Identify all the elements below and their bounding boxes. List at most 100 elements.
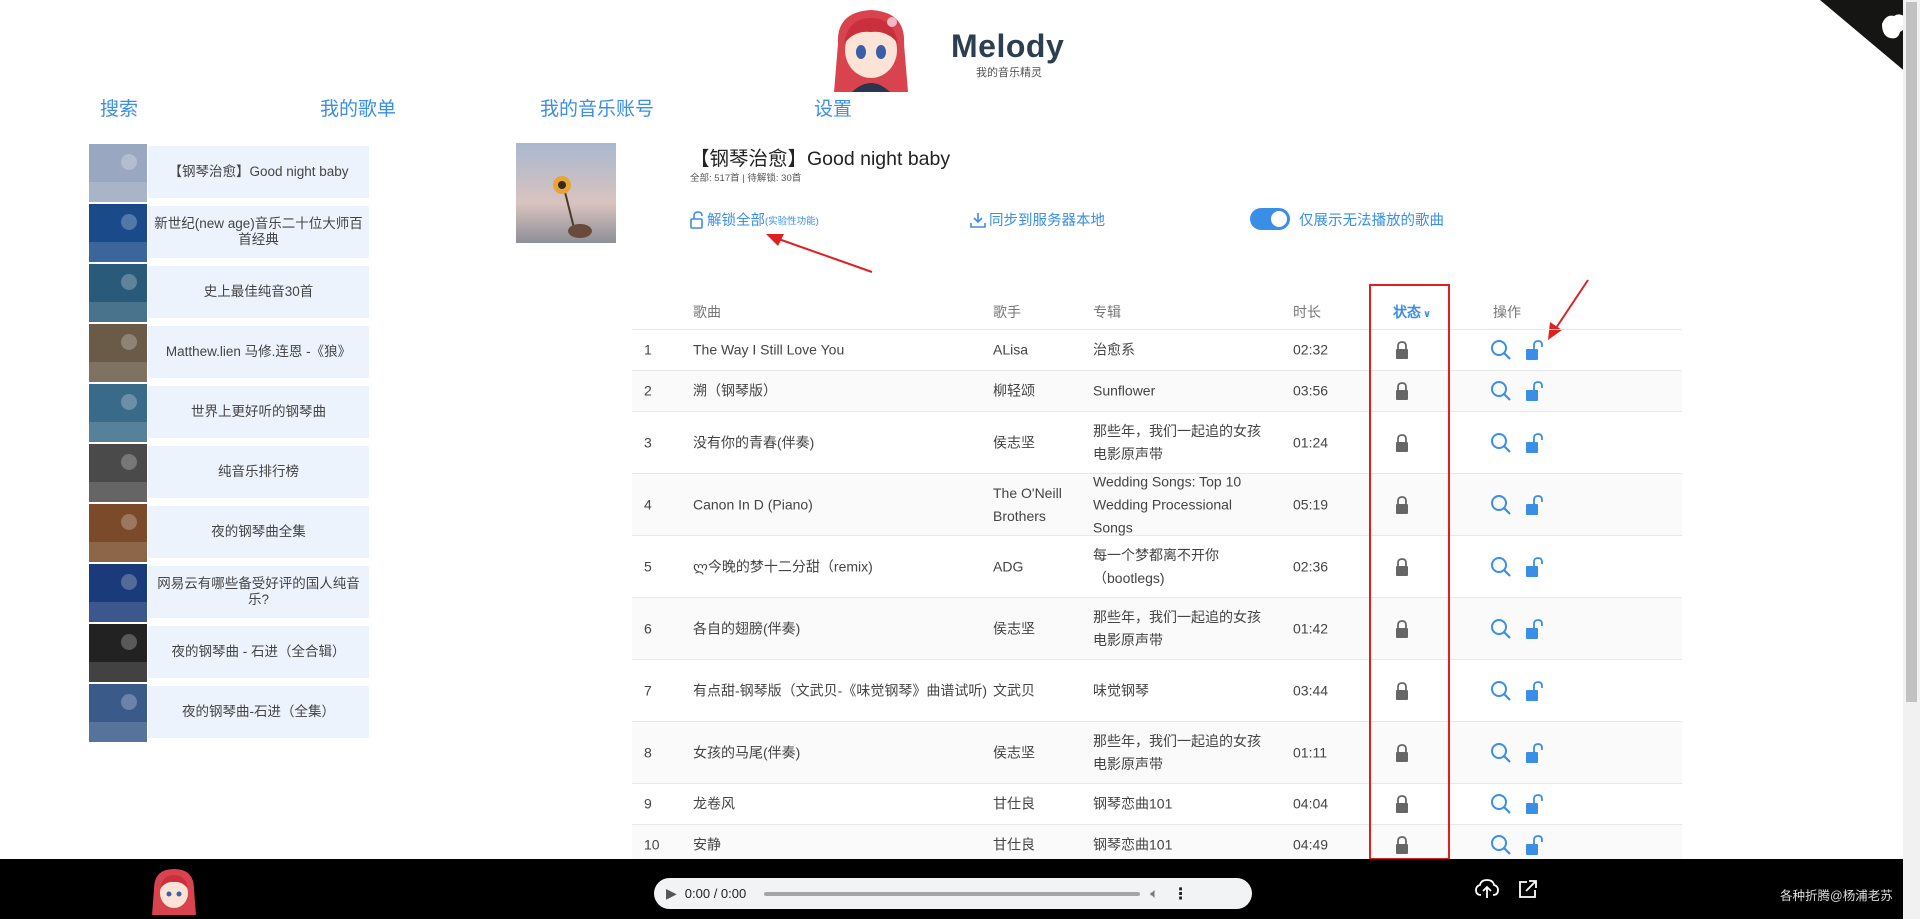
playlist-item[interactable]: 纯音乐排行榜 [89, 444, 369, 504]
row-number: 8 [644, 744, 652, 760]
playlist-item[interactable]: 史上最佳纯音30首 [89, 264, 369, 324]
row-song: 女孩的马尾(伴奏) [693, 744, 801, 760]
unlock-icon[interactable] [1525, 742, 1543, 764]
row-duration: 02:36 [1293, 558, 1329, 574]
unlock-all-label: 解锁全部 [707, 213, 765, 229]
scrollbar-thumb[interactable] [1906, 2, 1917, 702]
unplayable-only-label[interactable]: 仅展示无法播放的歌曲 [1299, 209, 1444, 230]
unlock-icon[interactable] [1525, 618, 1543, 640]
playlist-sidebar: 【钢琴治愈】Good night baby 新世纪(new age)音乐二十位大… [89, 144, 369, 744]
unlock-icon[interactable] [1525, 339, 1543, 361]
nav-search[interactable]: 搜索 [100, 94, 138, 121]
lock-icon [1393, 794, 1411, 814]
play-icon[interactable]: ▶ [666, 885, 677, 902]
header-song: 歌曲 [693, 304, 721, 320]
search-icon[interactable] [1490, 742, 1512, 764]
app-logo-avatar [834, 10, 908, 92]
playlist-item-cover [89, 504, 147, 562]
unlock-icon[interactable] [1525, 380, 1543, 402]
playlist-item[interactable]: 新世纪(new age)音乐二十位大师百首经典 [89, 204, 369, 264]
playlist-title: 【钢琴治愈】Good night baby [690, 148, 951, 170]
lock-icon [1393, 743, 1411, 763]
nav-my-playlists[interactable]: 我的歌单 [320, 94, 396, 121]
unlock-all-button[interactable]: 解锁全部 (实验性功能) [690, 209, 819, 230]
header-status-sort[interactable]: 状态 ∨ [1393, 302, 1431, 322]
lock-icon [1393, 835, 1411, 855]
chevron-down-icon: ∨ [1423, 309, 1432, 320]
row-artist: 文武贝 [993, 682, 1035, 698]
row-number: 1 [644, 341, 652, 358]
playlist-item[interactable]: 世界上更好听的钢琴曲 [89, 384, 369, 444]
search-icon[interactable] [1490, 793, 1512, 815]
row-artist: 侯志坚 [993, 434, 1035, 450]
player-avatar [152, 869, 196, 915]
upload-cloud-icon[interactable] [1475, 878, 1499, 900]
playlist-item-cover [89, 624, 147, 682]
search-icon[interactable] [1490, 380, 1512, 402]
playlist-item[interactable]: 夜的钢琴曲 - 石进（全合辑） [89, 624, 369, 684]
row-album: Sunflower [1093, 382, 1156, 399]
table-row: 4 Canon In D (Piano) The O'Neill Brother… [632, 473, 1682, 536]
table-row: 9 龙卷风 甘仕良 钢琴恋曲101 04:04 [632, 784, 1682, 825]
playlist-item[interactable]: Matthew.lien 马修.连恩 -《狼》 [89, 324, 369, 384]
row-duration: 01:42 [1293, 620, 1329, 636]
external-link-icon[interactable] [1518, 879, 1538, 899]
unplayable-only-toggle[interactable] [1250, 208, 1290, 230]
lock-icon [1393, 619, 1411, 639]
lock-icon [1393, 381, 1411, 401]
playlist-item[interactable]: 【钢琴治愈】Good night baby [89, 144, 369, 204]
unlock-icon [690, 210, 703, 229]
row-album: 治愈系 [1093, 341, 1135, 358]
page-scrollbar[interactable] [1903, 0, 1920, 919]
playlist-item-name: 新世纪(new age)音乐二十位大师百首经典 [148, 206, 369, 258]
audio-player[interactable]: ▶ 0:00 / 0:00 🔈︎ ⋮ [654, 878, 1252, 909]
footer-credit: 各种折腾@杨浦老苏 [1780, 889, 1893, 903]
unlock-icon[interactable] [1525, 680, 1543, 702]
playlist-item-name: 史上最佳纯音30首 [148, 266, 369, 318]
playlist-item-name: 夜的钢琴曲-石进（全集） [148, 686, 369, 738]
sync-to-server-button[interactable]: 同步到服务器本地 [969, 209, 1105, 230]
nav-settings[interactable]: 设置 [814, 94, 852, 121]
playlist-item[interactable]: 网易云有哪些备受好评的国人纯音乐? [89, 564, 369, 624]
unlock-icon[interactable] [1525, 834, 1543, 856]
row-album: Wedding Songs: Top 10 Wedding Procession… [1093, 473, 1242, 535]
nav-music-account[interactable]: 我的音乐账号 [540, 94, 654, 121]
app-title: Melody [951, 28, 1065, 64]
playlist-item-cover [89, 324, 147, 382]
row-artist: 侯志坚 [993, 744, 1035, 760]
volume-icon[interactable]: 🔈︎ [1150, 885, 1158, 902]
playlist-item[interactable]: 夜的钢琴曲全集 [89, 504, 369, 564]
playlist-cover [516, 143, 616, 243]
unlock-icon[interactable] [1525, 793, 1543, 815]
row-artist: ADG [993, 558, 1024, 574]
row-number: 4 [644, 496, 652, 512]
row-duration: 01:24 [1293, 434, 1329, 450]
search-icon[interactable] [1490, 494, 1512, 516]
unlock-icon[interactable] [1525, 432, 1543, 454]
unlock-icon[interactable] [1525, 494, 1543, 516]
playlist-item-name: 世界上更好听的钢琴曲 [148, 386, 369, 438]
playlist-item[interactable]: 夜的钢琴曲-石进（全集） [89, 684, 369, 744]
row-duration: 03:56 [1293, 382, 1329, 399]
header-duration: 时长 [1293, 304, 1321, 320]
row-duration: 01:11 [1293, 744, 1327, 760]
search-icon[interactable] [1490, 834, 1512, 856]
lock-icon [1393, 340, 1411, 360]
row-song: 安静 [693, 836, 721, 853]
row-number: 6 [644, 620, 652, 636]
search-icon[interactable] [1490, 432, 1512, 454]
search-icon[interactable] [1490, 680, 1512, 702]
row-song: 龙卷风 [693, 795, 735, 812]
playlist-item-name: 夜的钢琴曲 - 石进（全合辑） [148, 626, 369, 678]
playlist-item-cover [89, 204, 147, 262]
search-icon[interactable] [1490, 556, 1512, 578]
search-icon[interactable] [1490, 339, 1512, 361]
row-artist: 甘仕良 [993, 795, 1035, 812]
table-row: 2 溯（钢琴版） 柳轻颂 Sunflower 03:56 [632, 371, 1682, 412]
seek-bar[interactable] [764, 891, 1141, 896]
table-body: 1 The Way I Still Love You ALisa 治愈系 02:… [632, 330, 1682, 866]
table-row: 7 有点甜-钢琴版（文武贝-《味觉钢琴》曲谱试听) 文武贝 味觉钢琴 03:44 [632, 660, 1682, 722]
unlock-icon[interactable] [1525, 556, 1543, 578]
search-icon[interactable] [1490, 618, 1512, 640]
more-options-icon[interactable]: ⋮ [1173, 884, 1189, 904]
